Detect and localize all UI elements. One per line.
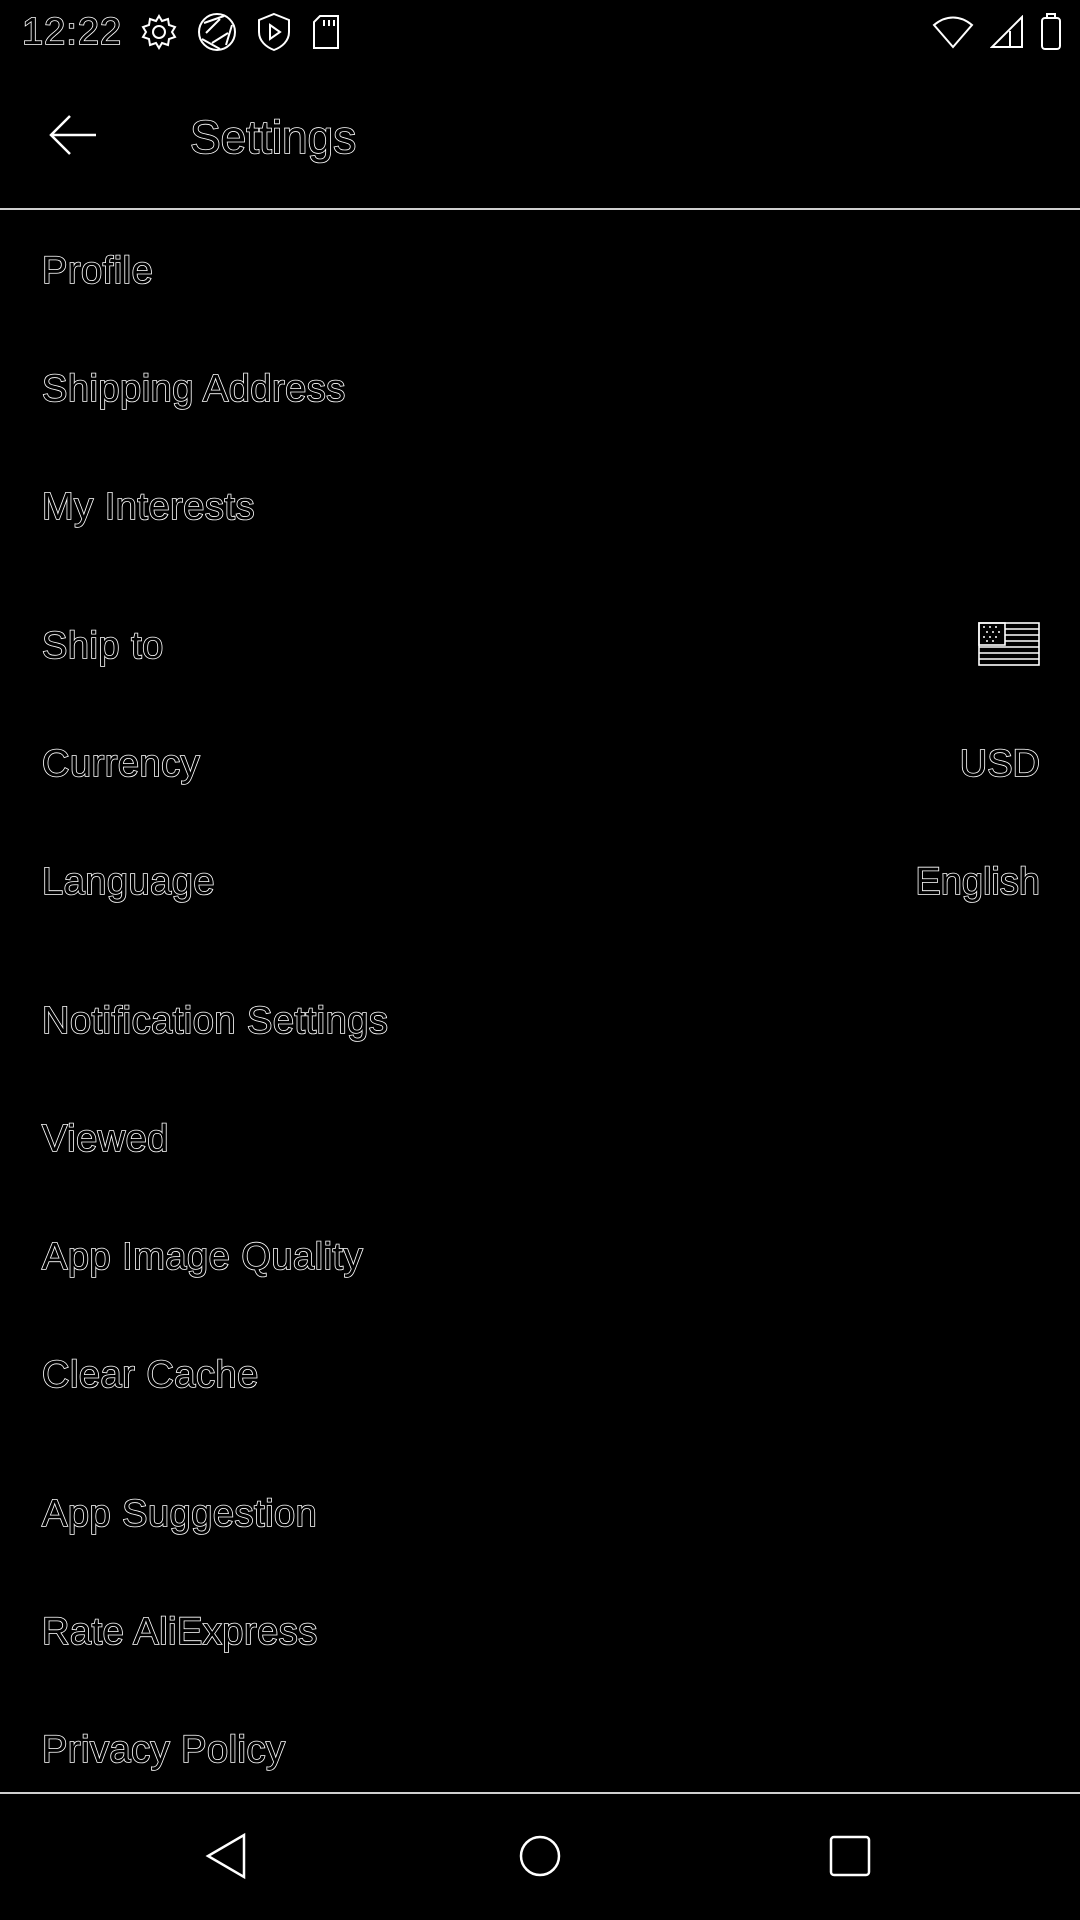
nav-back-button[interactable] bbox=[186, 1818, 266, 1898]
aperture-icon bbox=[196, 11, 238, 53]
settings-item-label: Shipping Address bbox=[41, 367, 346, 411]
us-flag-icon bbox=[978, 621, 1040, 671]
settings-item-label: Ship to bbox=[41, 624, 164, 668]
back-button[interactable] bbox=[40, 104, 106, 170]
gear-icon bbox=[140, 13, 178, 51]
settings-item-label: Clear Cache bbox=[41, 1353, 259, 1397]
settings-item-label: Viewed bbox=[41, 1117, 169, 1161]
settings-item-profile[interactable]: Profile bbox=[0, 212, 1080, 330]
cell-signal-icon bbox=[990, 15, 1024, 49]
play-shield-icon bbox=[256, 12, 292, 52]
nav-back-icon bbox=[204, 1832, 248, 1885]
nav-home-icon bbox=[518, 1834, 562, 1883]
currency-value: USD bbox=[959, 742, 1041, 786]
settings-item-label: Privacy Policy bbox=[41, 1728, 286, 1772]
settings-item-app-suggestion[interactable]: App Suggestion bbox=[0, 1455, 1080, 1573]
settings-item-ship-to[interactable]: Ship to bbox=[0, 587, 1080, 705]
settings-item-label: Notification Settings bbox=[41, 999, 389, 1043]
battery-icon bbox=[1040, 13, 1062, 51]
settings-item-my-interests[interactable]: My Interests bbox=[0, 448, 1080, 566]
status-icons-left bbox=[140, 12, 342, 52]
settings-item-label: My Interests bbox=[41, 485, 255, 529]
nav-recents-icon bbox=[828, 1834, 872, 1883]
arrow-left-icon bbox=[48, 113, 98, 162]
settings-item-notification-settings[interactable]: Notification Settings bbox=[0, 962, 1080, 1080]
settings-item-language[interactable]: Language English bbox=[0, 823, 1080, 941]
status-bar: 12:22 bbox=[0, 0, 1080, 64]
nav-home-button[interactable] bbox=[500, 1818, 580, 1898]
settings-item-label: App Image Quality bbox=[41, 1235, 364, 1279]
wifi-icon bbox=[932, 15, 974, 49]
settings-item-rate-aliexpress[interactable]: Rate AliExpress bbox=[0, 1573, 1080, 1691]
system-nav-bar bbox=[0, 1792, 1080, 1920]
app-bar: Settings bbox=[0, 64, 1080, 210]
settings-list: Profile Shipping Address My Interests Sh… bbox=[0, 212, 1080, 1809]
settings-item-clear-cache[interactable]: Clear Cache bbox=[0, 1316, 1080, 1434]
nav-recents-button[interactable] bbox=[810, 1818, 890, 1898]
settings-item-currency[interactable]: Currency USD bbox=[0, 705, 1080, 823]
settings-item-viewed[interactable]: Viewed bbox=[0, 1080, 1080, 1198]
page-title: Settings bbox=[189, 110, 357, 164]
language-value: English bbox=[915, 860, 1041, 904]
status-time: 12:22 bbox=[21, 10, 123, 54]
settings-item-label: Rate AliExpress bbox=[41, 1610, 318, 1654]
settings-item-label: Language bbox=[41, 860, 216, 904]
settings-item-label: Currency bbox=[41, 742, 201, 786]
status-icons-right bbox=[932, 12, 1062, 52]
settings-item-label: App Suggestion bbox=[41, 1492, 318, 1536]
sd-card-icon bbox=[310, 14, 342, 50]
settings-item-label: Profile bbox=[41, 249, 154, 293]
settings-item-app-image-quality[interactable]: App Image Quality bbox=[0, 1198, 1080, 1316]
settings-item-shipping-address[interactable]: Shipping Address bbox=[0, 330, 1080, 448]
